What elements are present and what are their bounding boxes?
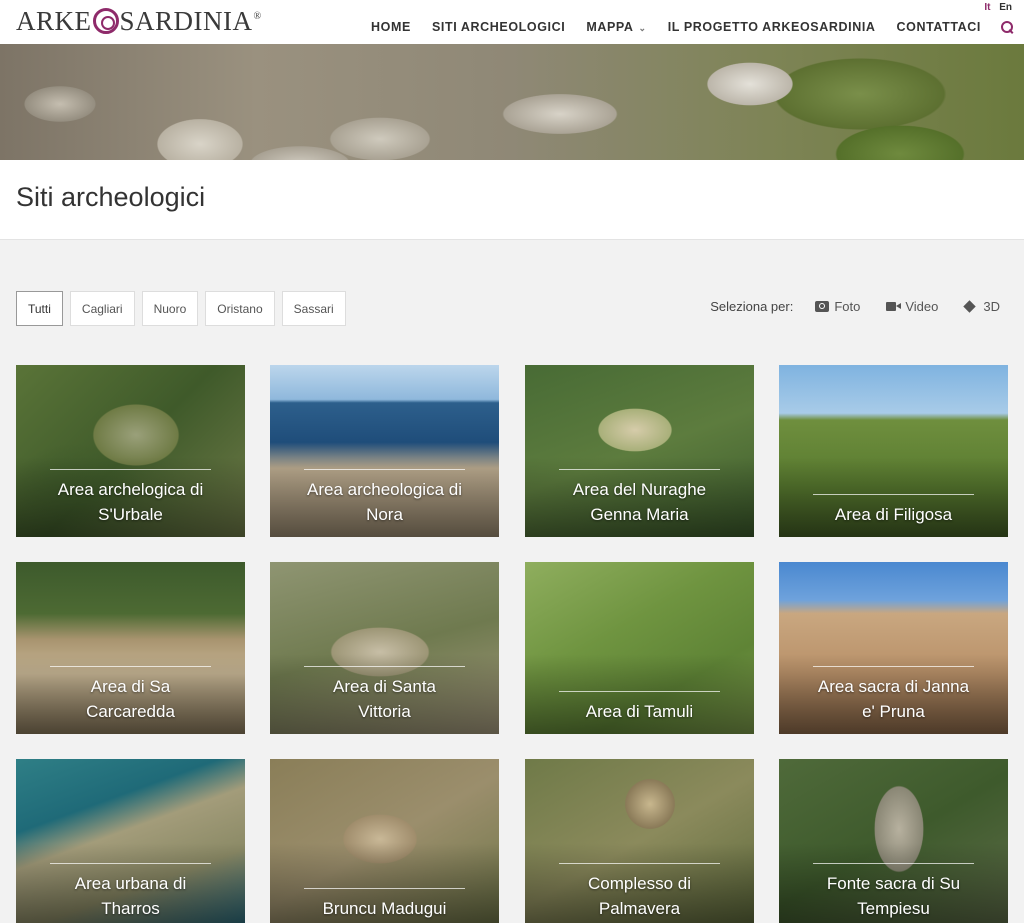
site-card[interactable]: Area urbana di Tharros (16, 759, 245, 923)
logo-ring-icon (92, 8, 119, 34)
video-icon (886, 302, 897, 311)
site-card[interactable]: Area di Sa Carcaredda (16, 562, 245, 734)
site-card[interactable]: Area sacra di Janna e' Pruna (779, 562, 1008, 734)
site-card[interactable]: Complesso di Palmavera (525, 759, 754, 923)
site-card[interactable]: Area archelogica di S'Urbale (16, 365, 245, 537)
card-divider (559, 863, 720, 864)
site-card[interactable]: Area del Nuraghe Genna Maria (525, 365, 754, 537)
card-divider (304, 469, 465, 470)
site-logo[interactable]: ARKE SARDINIA ® (16, 6, 262, 36)
nav-contattaci[interactable]: CONTATTACI (897, 20, 981, 34)
page-title: Siti archeologici (16, 182, 206, 212)
card-divider (559, 469, 720, 470)
main-nav: HOME SITI ARCHEOLOGICI MAPPA ⌄ IL PROGETT… (350, 20, 1014, 34)
search-icon[interactable] (1001, 20, 1014, 34)
filter-oristano[interactable]: Oristano (205, 291, 275, 326)
site-card[interactable]: Area di Santa Vittoria (270, 562, 499, 734)
card-divider (559, 691, 720, 692)
card-caption: Area archelogica di S'Urbale (57, 480, 204, 524)
logo-text-right: SARDINIA (119, 5, 253, 36)
card-caption: Area di Santa Vittoria (332, 677, 436, 721)
card-divider (304, 666, 465, 667)
nav-mappa-label: MAPPA (586, 20, 634, 34)
card-caption: Area sacra di Janna e' Pruna (817, 677, 970, 721)
card-divider (813, 863, 974, 864)
site-card[interactable]: Area di Filigosa (779, 365, 1008, 537)
card-caption: Area di Tamuli (585, 702, 694, 721)
cube-icon (963, 300, 977, 313)
filter-tutti[interactable]: Tutti (16, 291, 63, 326)
card-caption: Area del Nuraghe Genna Maria (572, 480, 707, 524)
title-band: Siti archeologici (0, 160, 1024, 240)
logo-registered: ® (253, 10, 262, 22)
lang-en[interactable]: En (999, 2, 1012, 13)
site-header: ARKE SARDINIA ® It En HOME SITI ARCHEOLO… (0, 0, 1024, 44)
media-foto[interactable]: Foto (815, 299, 860, 314)
media-video-label: Video (905, 299, 939, 314)
card-caption: Area di Sa Carcaredda (86, 677, 175, 721)
nav-home[interactable]: HOME (371, 20, 411, 34)
site-card[interactable]: Area di Tamuli (525, 562, 754, 734)
card-caption: Area archeologica di Nora (307, 480, 462, 524)
site-card[interactable]: Bruncu Madugui (270, 759, 499, 923)
card-caption: Bruncu Madugui (322, 899, 447, 918)
card-divider (304, 888, 465, 889)
logo-text-left: ARKE (16, 5, 92, 36)
media-3d[interactable]: 3D (963, 299, 1000, 314)
card-divider (813, 666, 974, 667)
media-3d-label: 3D (983, 299, 1000, 314)
filter-cagliari[interactable]: Cagliari (69, 291, 135, 326)
region-filters: Tutti Cagliari Nuoro Oristano Sassari (16, 291, 353, 326)
camera-icon (815, 301, 830, 312)
card-caption: Complesso di Palmavera (588, 874, 691, 918)
nav-il-progetto[interactable]: IL PROGETTO ARKEOSARDINIA (668, 20, 876, 34)
filter-sassari[interactable]: Sassari (281, 291, 346, 326)
chevron-down-icon: ⌄ (638, 23, 647, 33)
media-video[interactable]: Video (886, 299, 938, 314)
card-caption: Area di Filigosa (834, 505, 953, 524)
hero-banner (0, 44, 1024, 160)
card-divider (50, 666, 211, 667)
media-foto-label: Foto (834, 299, 861, 314)
nav-siti-archeologici[interactable]: SITI ARCHEOLOGICI (432, 20, 565, 34)
card-caption: Area urbana di Tharros (74, 874, 187, 918)
card-divider (50, 469, 211, 470)
site-card[interactable]: Area archeologica di Nora (270, 365, 499, 537)
language-switcher: It En (978, 2, 1012, 13)
site-card[interactable]: Fonte sacra di Su Tempiesu (779, 759, 1008, 923)
filter-nuoro[interactable]: Nuoro (141, 291, 199, 326)
select-by-label: Seleziona per: (710, 299, 794, 314)
media-selector: Seleziona per: Foto Video 3D (710, 299, 1000, 314)
card-divider (50, 863, 211, 864)
card-caption: Fonte sacra di Su Tempiesu (826, 874, 961, 918)
card-divider (813, 494, 974, 495)
lang-it[interactable]: It (984, 2, 990, 13)
nav-mappa[interactable]: MAPPA ⌄ (586, 20, 646, 34)
